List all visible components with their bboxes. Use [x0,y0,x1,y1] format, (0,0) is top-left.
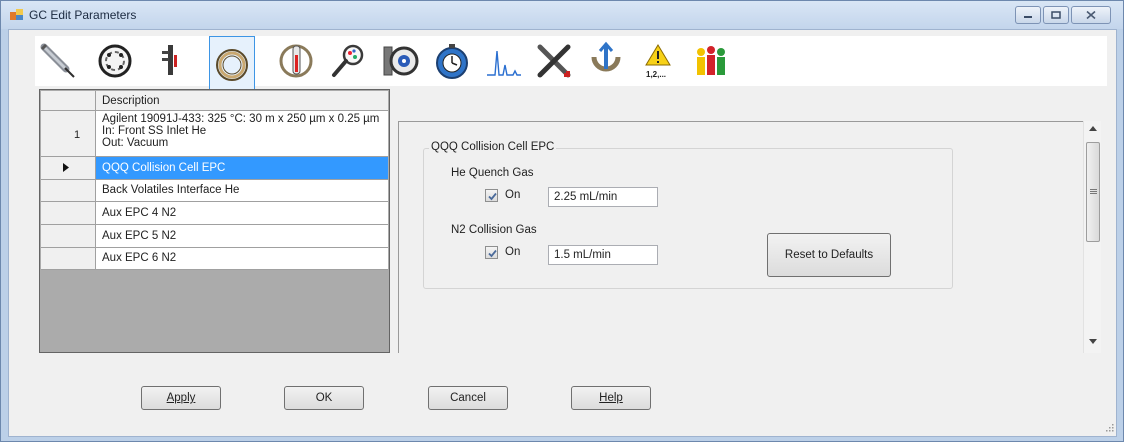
grid-header: Description [41,91,388,111]
scrollbar-thumb[interactable] [1086,142,1100,242]
inlet-icon[interactable] [147,36,193,86]
valve-icon[interactable] [92,36,138,86]
reset-to-defaults-button[interactable]: Reset to Defaults [767,233,891,277]
row-header[interactable] [41,225,96,248]
scroll-up-icon[interactable] [1089,126,1097,131]
collision-cell-groupbox: QQQ Collision Cell EPC He Quench Gas On … [423,141,953,289]
description-cell[interactable]: Aux EPC 4 N2 [96,202,388,225]
grid-corner-cell [41,91,96,111]
groupbox-title: QQQ Collision Cell EPC [429,141,557,153]
description-cell[interactable]: Aux EPC 6 N2 [96,248,388,270]
n2-collision-on-checkbox[interactable] [485,246,498,259]
n2-collision-gas-label: N2 Collision Gas [451,224,537,236]
description-cell[interactable]: Agilent 19091J-433: 325 °C: 30 m x 250 µ… [96,111,388,157]
ok-button[interactable]: OK [284,386,364,410]
row-header[interactable]: 1 [41,111,96,157]
ok-label: OK [315,392,333,404]
he-quench-gas-label: He Quench Gas [451,167,534,179]
table-row[interactable]: Aux EPC 5 N2 [41,225,388,248]
help-button[interactable]: Help [571,386,651,410]
column-grid: Description 1 Agilent 19091J-433: 325 °C… [39,89,390,353]
close-icon [1086,10,1096,20]
scroll-down-icon[interactable] [1089,339,1097,344]
warning-icon-label: 1,2,... [646,70,666,79]
minimize-icon [1024,16,1032,18]
runtime-clock-icon[interactable] [429,36,475,86]
oven-icon[interactable] [273,36,319,86]
row-header[interactable] [41,248,96,270]
maximize-button[interactable] [1043,6,1069,24]
description-cell[interactable]: QQQ Collision Cell EPC [96,157,388,180]
table-row[interactable]: 1 Agilent 19091J-433: 325 °C: 30 m x 250… [41,111,388,157]
table-row[interactable]: QQQ Collision Cell EPC [41,157,388,180]
he-quench-flow-field[interactable]: 2.25 mL/min [548,187,658,207]
pressure-pump-icon[interactable] [583,36,629,86]
configuration-tools-icon[interactable] [531,36,577,86]
cancel-button[interactable]: Cancel [428,386,508,410]
help-label: Help [599,392,623,404]
row-header[interactable] [41,157,96,180]
apply-button[interactable]: Apply [141,386,221,410]
n2-collision-on-label: On [505,246,521,258]
current-row-arrow-icon [63,163,69,172]
minimize-button[interactable] [1015,6,1041,24]
row-header[interactable] [41,180,96,202]
panel-scrollbar[interactable] [1083,121,1101,353]
gc-app-icon [10,9,23,20]
he-quench-on-label: On [505,189,521,201]
title-bar[interactable]: GC Edit Parameters [1,1,1123,29]
window-title: GC Edit Parameters [29,8,137,22]
description-cell[interactable]: Back Volatiles Interface He [96,180,388,202]
checkmark-icon [488,192,497,201]
description-column-header[interactable]: Description [96,91,388,111]
chromatogram-icon[interactable] [480,36,526,86]
table-row[interactable]: Aux EPC 4 N2 [41,202,388,225]
column-icon[interactable] [209,36,255,93]
cancel-label: Cancel [450,392,486,404]
description-cell[interactable]: Aux EPC 5 N2 [96,225,388,248]
he-quench-on-checkbox[interactable] [485,189,498,202]
table-row[interactable]: Aux EPC 6 N2 [41,248,388,270]
maximize-icon [1051,11,1061,19]
injector-syringe-icon[interactable] [35,36,81,86]
parameter-panel: QQQ Collision Cell EPC He Quench Gas On … [398,121,1101,353]
table-row[interactable]: Back Volatiles Interface He [41,180,388,202]
close-button[interactable] [1071,6,1111,24]
row-number: 1 [74,129,81,141]
row-header[interactable] [41,202,96,225]
gc-edit-parameters-window: GC Edit Parameters 1,2,... Description 1… [0,0,1124,442]
warning-icon[interactable]: 1,2,... [635,36,681,86]
apply-label: Apply [166,392,196,404]
detector-icon[interactable] [325,36,371,86]
people-status-icon[interactable] [688,36,734,86]
grip-icon [1090,189,1097,194]
n2-collision-flow-field[interactable]: 1.5 mL/min [548,245,658,265]
checkmark-icon [488,249,497,258]
resize-grip-icon[interactable] [1104,422,1114,432]
parameter-toolbar: 1,2,... [35,36,1107,93]
signal-gauge-icon[interactable] [377,36,423,86]
